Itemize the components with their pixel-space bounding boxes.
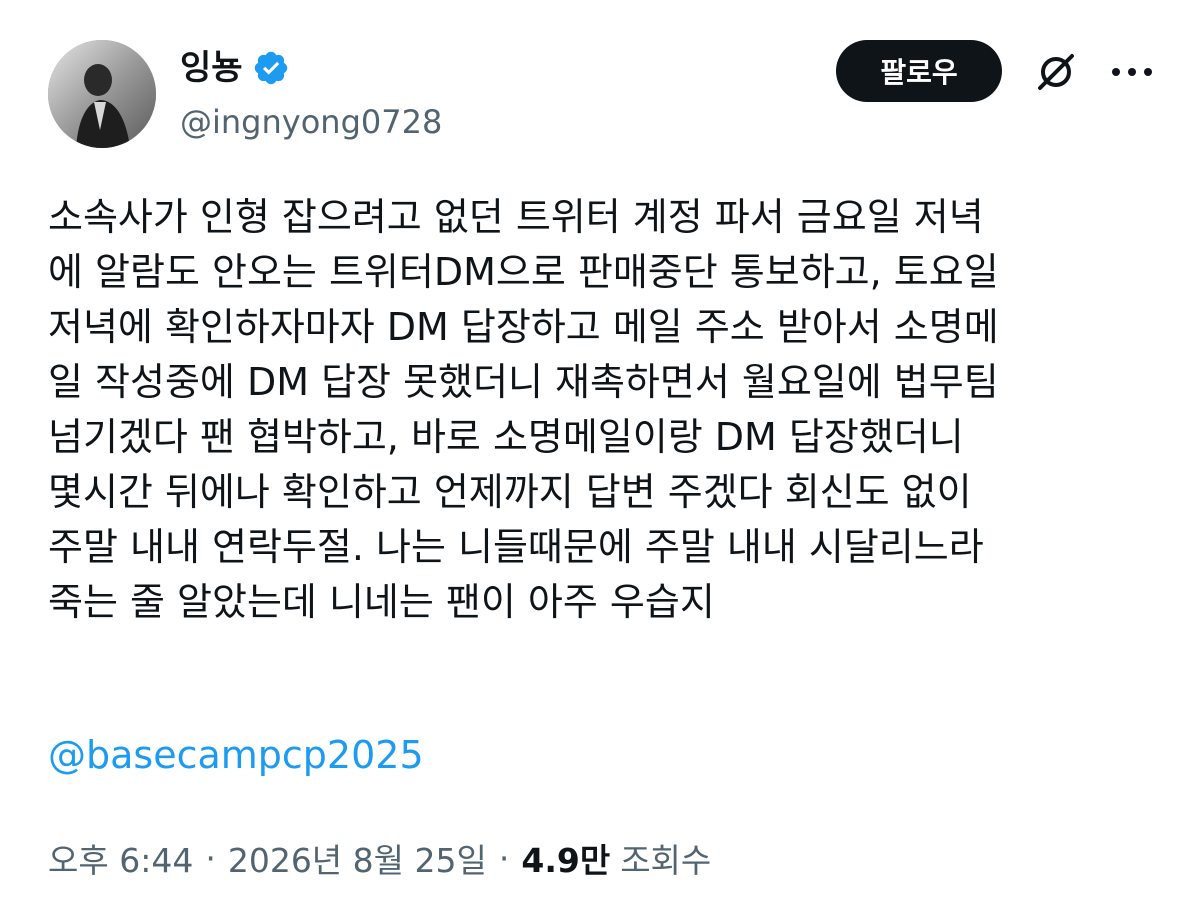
tweet-time[interactable]: 오후 6:44 <box>48 834 193 882</box>
verified-badge-icon <box>251 48 291 88</box>
tweet-header: 잉뇽 @ingnyong0728 팔로우 <box>48 40 1158 150</box>
tweet-text-line: 소속사가 인형 잡으려고 없던 트위터 계정 파서 금요일 저녁 <box>48 195 984 239</box>
tweet-text-line: 죽는 줄 알았는데 니네는 팬이 아주 우습지 <box>48 580 715 624</box>
tweet-card: 잉뇽 @ingnyong0728 팔로우 소속사가 인형 잡으려고 없던 트위터… <box>0 0 1200 916</box>
tweet-text-line: 일 작성중에 DM 답장 못했더니 재촉하면서 월요일에 법무팀 <box>48 360 999 404</box>
meta-separator: · <box>205 838 216 878</box>
tweet-text-line: 몇시간 뒤에나 확인하고 언제까지 답변 주겠다 회신도 없이 <box>48 470 972 514</box>
tweet-text-line: 에 알람도 안오는 트위터DM으로 판매중단 통보하고, 토요일 <box>48 250 999 294</box>
views-count[interactable]: 4.9만 <box>521 834 610 882</box>
display-name[interactable]: 잉뇽 <box>180 46 243 90</box>
tweet-text: 소속사가 인형 잡으려고 없던 트위터 계정 파서 금요일 저녁 에 알람도 안… <box>48 190 1158 630</box>
user-handle[interactable]: @ingnyong0728 <box>180 100 442 144</box>
follow-button[interactable]: 팔로우 <box>836 40 1002 102</box>
tweet-text-line: 주말 내내 연락두절. 나는 니들때문에 주말 내내 시달리느라 <box>48 525 984 569</box>
name-row: 잉뇽 <box>180 46 291 90</box>
avatar-photo <box>48 40 156 148</box>
tweet-text-line: 넘기겠다 팬 협박하고, 바로 소명메일이랑 DM 답장했더니 <box>48 415 964 459</box>
avatar[interactable] <box>48 40 156 148</box>
grok-icon[interactable] <box>1030 46 1082 98</box>
views-label: 조회수 <box>620 841 712 880</box>
tweet-text-line: 저녁에 확인하자마자 DM 답장하고 메일 주소 받아서 소명메 <box>48 305 999 349</box>
tweet-meta: 오후 6:44 · 2026년 8월 25일 · 4.9만 조회수 <box>48 830 711 886</box>
mention-link[interactable]: @basecampcp2025 <box>48 728 424 783</box>
meta-separator: · <box>498 838 510 878</box>
more-icon[interactable] <box>1106 48 1158 96</box>
tweet-date[interactable]: 2026년 8월 25일 <box>228 834 487 882</box>
